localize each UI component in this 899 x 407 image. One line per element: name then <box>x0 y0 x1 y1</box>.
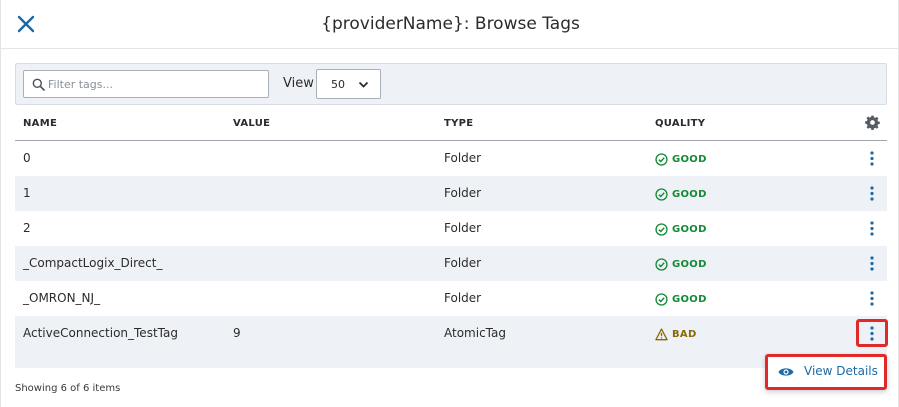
quality-badge: GOOD <box>655 257 707 271</box>
table-row[interactable]: 1 Folder GOOD <box>15 176 887 211</box>
toolbar: View 50 <box>15 63 887 105</box>
quality-label: BAD <box>672 328 697 340</box>
table-row[interactable]: _OMRON_NJ_ Folder GOOD <box>15 281 887 316</box>
cell-type: Folder <box>444 186 482 200</box>
cell-name: _OMRON_NJ_ <box>23 291 101 305</box>
quality-badge: GOOD <box>655 152 707 166</box>
quality-badge: GOOD <box>655 187 707 201</box>
table-row[interactable]: 2 Folder GOOD <box>15 211 887 246</box>
table-row[interactable]: _CompactLogix_Direct_ Folder GOOD <box>15 246 887 281</box>
row-actions-kebab-icon[interactable] <box>867 290 877 307</box>
row-actions-kebab-icon[interactable] <box>867 325 877 342</box>
column-header-quality[interactable]: QUALITY <box>655 118 705 129</box>
modal-header: {providerName}: Browse Tags <box>1 0 899 49</box>
cell-type: Folder <box>444 256 482 270</box>
column-header-value[interactable]: VALUE <box>233 118 270 129</box>
column-header-name[interactable]: NAME <box>23 118 57 129</box>
page-title: {providerName}: Browse Tags <box>321 14 580 34</box>
check-circle-icon <box>655 222 668 236</box>
quality-badge: GOOD <box>655 292 707 306</box>
row-actions-kebab-icon[interactable] <box>867 255 877 272</box>
quality-label: GOOD <box>672 188 707 200</box>
quality-badge: GOOD <box>655 222 707 236</box>
search-icon <box>32 78 45 91</box>
cell-name: _CompactLogix_Direct_ <box>23 256 163 270</box>
cell-type: Folder <box>444 151 482 165</box>
quality-label: GOOD <box>672 223 707 235</box>
table-row-selected[interactable]: ActiveConnection_TestTag 9 AtomicTag BAD <box>15 316 888 368</box>
check-circle-icon <box>655 257 668 271</box>
cell-name: ActiveConnection_TestTag <box>23 326 178 340</box>
filter-input[interactable] <box>48 74 264 94</box>
cell-type: Folder <box>444 291 482 305</box>
row-actions-kebab-icon[interactable] <box>867 150 877 167</box>
eye-icon <box>778 368 794 376</box>
check-circle-icon <box>655 187 668 201</box>
cell-type: AtomicTag <box>444 326 506 340</box>
cell-type: Folder <box>444 221 482 235</box>
view-select-value: 50 <box>331 78 345 91</box>
cell-name: 2 <box>23 221 31 235</box>
table-row[interactable]: 0 Folder GOOD <box>15 141 887 176</box>
browse-tags-modal: {providerName}: Browse Tags View 50 NAME… <box>0 0 899 407</box>
view-details-menu-item[interactable]: View Details <box>765 354 887 390</box>
quality-label: GOOD <box>672 258 707 270</box>
table-header: NAME VALUE TYPE QUALITY <box>15 105 887 141</box>
warning-icon <box>655 327 668 340</box>
quality-badge: BAD <box>655 327 697 341</box>
view-page-size-select[interactable]: 50 <box>316 69 381 99</box>
items-count-status: Showing 6 of 6 items <box>15 383 121 394</box>
row-actions-kebab-icon[interactable] <box>867 220 877 237</box>
quality-label: GOOD <box>672 293 707 305</box>
check-circle-icon <box>655 292 668 306</box>
view-label: View <box>283 76 314 91</box>
column-header-type[interactable]: TYPE <box>444 118 473 129</box>
row-actions-kebab-icon[interactable] <box>867 185 877 202</box>
cell-value: 9 <box>233 326 241 340</box>
cell-name: 1 <box>23 186 31 200</box>
cell-name: 0 <box>23 151 31 165</box>
check-circle-icon <box>655 152 668 166</box>
gear-icon[interactable] <box>865 115 880 130</box>
filter-field[interactable] <box>23 70 269 98</box>
chevron-down-icon <box>358 81 369 88</box>
view-details-label: View Details <box>804 364 878 378</box>
quality-label: GOOD <box>672 153 707 165</box>
